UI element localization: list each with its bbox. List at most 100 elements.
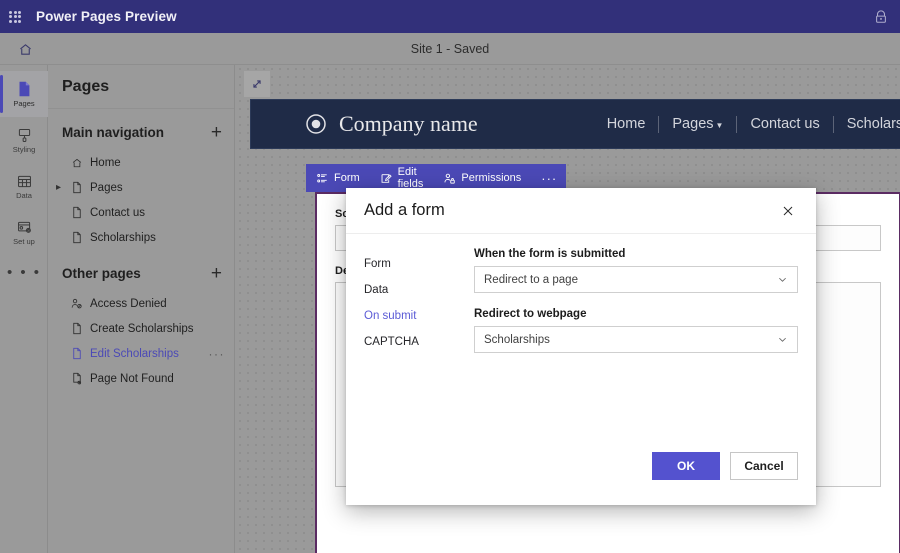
nav-item-pages[interactable]: ▸ Pages: [48, 175, 234, 200]
resize-handle-icon[interactable]: [244, 71, 270, 97]
toolbar-overflow-button[interactable]: ···: [531, 171, 567, 186]
suite-bar-actions: [874, 10, 888, 24]
toolbar-permissions-label: Permissions: [461, 172, 521, 184]
circle-logo-icon: [304, 112, 328, 136]
toolbar-form-label: Form: [334, 172, 360, 184]
pages-panel: Pages Main navigation + Home ▸ Pages: [48, 65, 235, 553]
dialog-tab-form[interactable]: Form: [364, 251, 474, 277]
chevron-down-icon: [777, 334, 788, 345]
website-brand-name: Company name: [339, 111, 478, 137]
nav-item-create-scholarships[interactable]: Create Scholarships: [48, 316, 234, 341]
site-status-text: Site 1 - Saved: [411, 42, 490, 56]
chevron-right-icon[interactable]: ▸: [56, 175, 61, 200]
home-button[interactable]: [12, 33, 38, 65]
ok-button[interactable]: OK: [652, 452, 720, 480]
nav-item-home[interactable]: Home: [48, 150, 234, 175]
when-form-submitted-dropdown[interactable]: Redirect to a page: [474, 266, 798, 293]
nav-item-label: Access Denied: [90, 298, 167, 310]
website-brand: Company name: [304, 111, 478, 137]
dropdown-value: Redirect to a page: [484, 274, 777, 286]
rail-label-data: Data: [16, 192, 32, 200]
section-header-other-pages: Other pages +: [48, 250, 234, 291]
file-icon: [70, 206, 83, 219]
rail-label-pages: Pages: [13, 100, 34, 108]
rail-label-setup: Set up: [13, 238, 35, 246]
dropdown-value: Scholarships: [484, 334, 777, 346]
rail-item-setup[interactable]: Set up: [0, 209, 48, 255]
add-other-page-button[interactable]: +: [211, 264, 222, 283]
nav-item-label: Create Scholarships: [90, 323, 194, 335]
rail-item-styling[interactable]: Styling: [0, 117, 48, 163]
website-nav-pages[interactable]: Pages▼: [659, 116, 736, 132]
dialog-tab-captcha[interactable]: CAPTCHA: [364, 329, 474, 355]
nav-item-contact-us[interactable]: Contact us: [48, 200, 234, 225]
nav-item-scholarships[interactable]: Scholarships: [48, 225, 234, 250]
pages-panel-header: Pages: [48, 65, 234, 109]
dialog-tab-on-submit[interactable]: On submit: [364, 303, 474, 329]
website-nav-contact-us[interactable]: Contact us: [737, 116, 832, 132]
add-a-form-dialog: Add a form Form Data On submit CAPTCHA W…: [346, 188, 816, 505]
dialog-header: Add a form: [346, 188, 816, 234]
toolbar-edit-fields-label: Edit fields: [398, 166, 424, 190]
nav-item-more-button[interactable]: ···: [209, 341, 226, 366]
file-icon: [70, 347, 83, 360]
suite-title: Power Pages Preview: [36, 9, 177, 24]
file-error-icon: [70, 372, 83, 385]
nav-item-label: Page Not Found: [90, 373, 174, 385]
nav-item-label: Contact us: [90, 207, 145, 219]
redirect-to-webpage-dropdown[interactable]: Scholarships: [474, 326, 798, 353]
rail-overflow-button[interactable]: • • •: [0, 255, 48, 289]
nav-item-edit-scholarships[interactable]: Edit Scholarships ···: [48, 341, 234, 366]
home-icon: [70, 156, 83, 169]
brush-icon: [16, 127, 33, 144]
pages-panel-title: Pages: [62, 78, 109, 96]
section-title-main-navigation: Main navigation: [62, 125, 164, 140]
app-launcher-button[interactable]: [0, 0, 30, 33]
chevron-down-icon: ▼: [716, 121, 724, 130]
rail-item-pages[interactable]: Pages: [0, 71, 48, 117]
website-nav: Home Pages▼ Contact us Scholarships: [594, 116, 900, 133]
website-header: Company name Home Pages▼ Contact us Scho…: [250, 99, 900, 149]
form-icon: [316, 172, 329, 185]
add-main-navigation-page-button[interactable]: +: [211, 123, 222, 142]
rail-item-data[interactable]: Data: [0, 163, 48, 209]
nav-item-label: Home: [90, 157, 121, 169]
power-pages-design-studio: Power Pages Preview Site 1 - Saved: [0, 0, 900, 553]
dialog-field-area: When the form is submitted Redirect to a…: [474, 248, 798, 368]
permissions-icon: [443, 172, 456, 185]
home-icon: [18, 42, 33, 57]
suite-bar: Power Pages Preview: [0, 0, 900, 33]
nav-item-label: Scholarships: [90, 232, 156, 244]
edit-icon: [380, 172, 393, 185]
command-bar: Site 1 - Saved: [0, 33, 900, 65]
dialog-tab-data[interactable]: Data: [364, 277, 474, 303]
field-label-when-submitted: When the form is submitted: [474, 248, 798, 260]
close-icon[interactable]: [774, 197, 802, 225]
file-icon: [70, 322, 83, 335]
section-title-other-pages: Other pages: [62, 266, 141, 281]
website-nav-home[interactable]: Home: [594, 116, 659, 132]
nav-item-label: Pages: [90, 182, 123, 194]
chevron-down-icon: [777, 274, 788, 285]
dialog-title: Add a form: [364, 201, 445, 220]
dialog-footer: OK Cancel: [346, 441, 816, 505]
cancel-button[interactable]: Cancel: [730, 452, 798, 480]
left-rail: Pages Styling Data: [0, 65, 48, 553]
nav-item-page-not-found[interactable]: Page Not Found: [48, 366, 234, 391]
dialog-tab-list: Form Data On submit CAPTCHA: [364, 248, 474, 368]
nav-item-label: Edit Scholarships: [90, 348, 179, 360]
file-icon: [70, 231, 83, 244]
file-icon: [70, 181, 83, 194]
table-icon: [16, 173, 33, 190]
account-icon[interactable]: [874, 10, 888, 24]
section-header-main-navigation: Main navigation +: [48, 109, 234, 150]
page-icon: [15, 80, 33, 98]
rail-label-styling: Styling: [13, 146, 36, 154]
website-nav-scholarships[interactable]: Scholarships: [834, 116, 900, 132]
waffle-icon: [9, 11, 21, 23]
nav-item-access-denied[interactable]: Access Denied: [48, 291, 234, 316]
setup-icon: [16, 219, 33, 236]
dialog-body: Form Data On submit CAPTCHA When the for…: [346, 234, 816, 368]
field-label-redirect-webpage: Redirect to webpage: [474, 308, 798, 320]
person-blocked-icon: [70, 297, 83, 310]
